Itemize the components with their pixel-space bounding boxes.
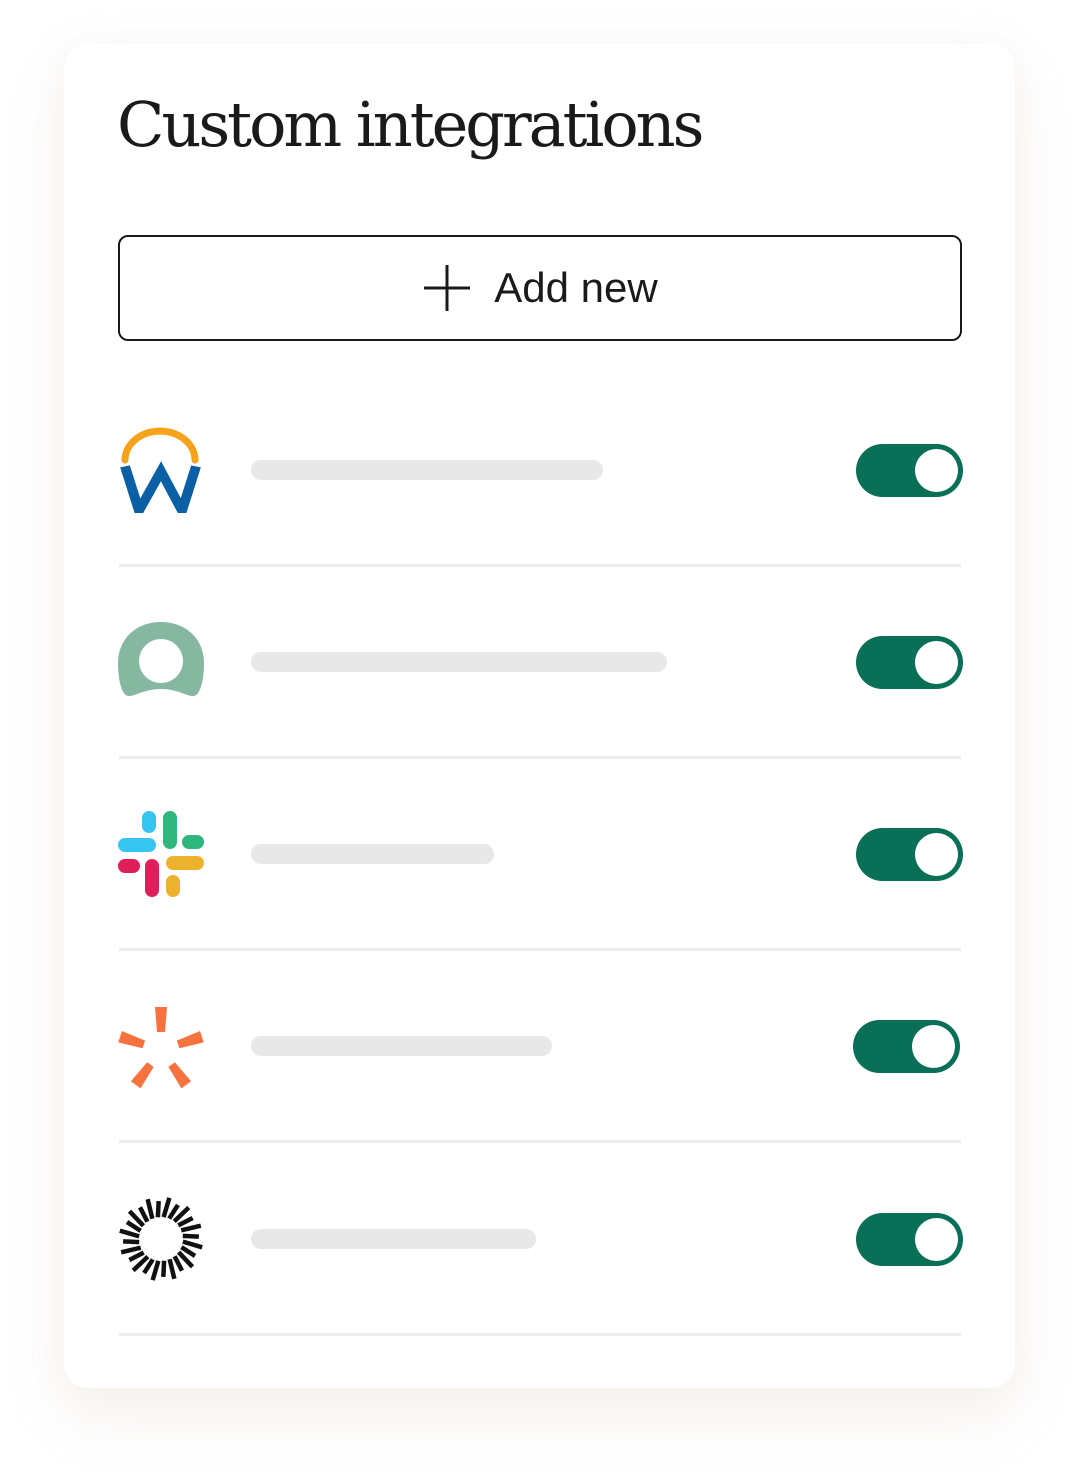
toggle-knob: [915, 1218, 958, 1261]
row-divider: [119, 948, 961, 951]
integration-name-placeholder: [251, 460, 603, 480]
add-new-label: Add new: [494, 264, 658, 311]
workday-logo-icon: [118, 427, 204, 513]
row-divider: [119, 756, 961, 759]
plus-icon: [422, 263, 472, 313]
asana-star-logo-icon: [118, 1003, 204, 1089]
integration-toggle[interactable]: [856, 444, 963, 497]
integration-name-placeholder: [251, 1036, 552, 1056]
integration-name-placeholder: [251, 652, 667, 672]
add-new-button[interactable]: Add new: [118, 235, 962, 341]
integration-row: [118, 409, 963, 529]
integration-toggle[interactable]: [856, 636, 963, 689]
toggle-knob: [915, 641, 958, 684]
page-title: Custom integrations: [117, 88, 704, 161]
integration-name-placeholder: [251, 844, 494, 864]
integration-row: [118, 1178, 963, 1298]
slack-logo-icon: [118, 811, 204, 897]
toggle-knob: [915, 833, 958, 876]
row-divider: [119, 1140, 961, 1143]
integration-row: [118, 985, 962, 1105]
integration-name-placeholder: [251, 1229, 536, 1249]
toggle-knob: [915, 449, 958, 492]
integration-toggle[interactable]: [856, 1213, 963, 1266]
integration-row: [118, 793, 963, 913]
integration-toggle[interactable]: [856, 828, 963, 881]
toggle-knob: [912, 1025, 955, 1068]
integration-row: [118, 601, 963, 721]
row-divider: [119, 1333, 961, 1336]
sunburst-logo-icon: [118, 1196, 204, 1282]
row-divider: [119, 564, 961, 567]
green-ring-logo-icon: [118, 619, 204, 705]
integration-toggle[interactable]: [853, 1020, 960, 1073]
